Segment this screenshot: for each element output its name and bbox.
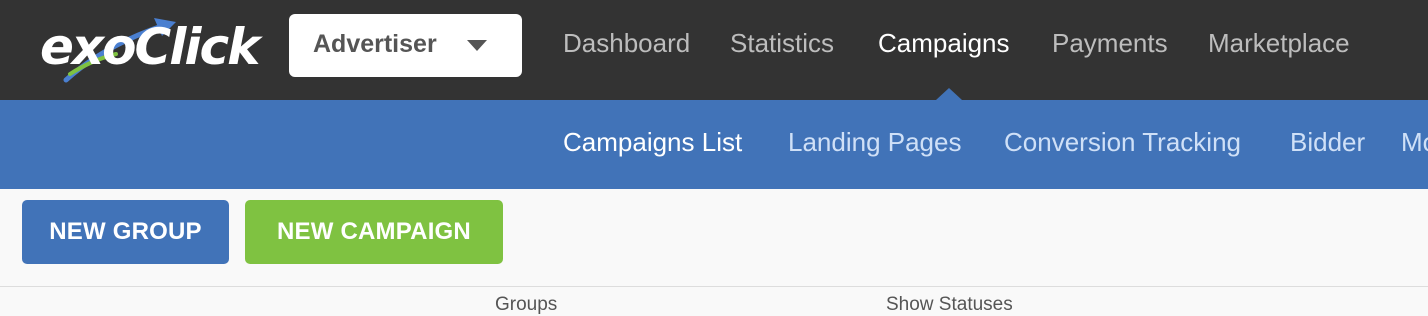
subnav-bidder[interactable]: Bidder	[1290, 127, 1365, 158]
subnav-more[interactable]: Mo	[1401, 127, 1428, 158]
role-select-value: Advertiser	[313, 30, 437, 58]
role-select-dropdown[interactable]: Advertiser	[289, 14, 522, 77]
new-campaign-button[interactable]: NEW CAMPAIGN	[245, 200, 503, 264]
new-group-button[interactable]: NEW GROUP	[22, 200, 229, 264]
top-navigation-bar: exoClick Advertiser Dashboard Statistics…	[0, 0, 1428, 100]
section-divider	[0, 286, 1428, 287]
nav-payments[interactable]: Payments	[1052, 28, 1168, 59]
nav-dashboard[interactable]: Dashboard	[563, 28, 690, 59]
caret-down-icon	[467, 40, 487, 51]
nav-statistics[interactable]: Statistics	[730, 28, 834, 59]
active-nav-pointer	[936, 88, 962, 100]
subnav-conversion-tracking[interactable]: Conversion Tracking	[1004, 127, 1241, 158]
subnav-campaigns-list[interactable]: Campaigns List	[563, 127, 742, 158]
logo-text: exoClick	[40, 18, 260, 76]
nav-campaigns[interactable]: Campaigns	[878, 28, 1010, 59]
exoclick-logo[interactable]: exoClick	[36, 14, 268, 86]
subnav-landing-pages[interactable]: Landing Pages	[788, 127, 961, 158]
sub-navigation-bar: Campaigns List Landing Pages Conversion …	[0, 100, 1428, 189]
show-statuses-filter-label: Show Statuses	[886, 294, 1013, 315]
nav-marketplace[interactable]: Marketplace	[1208, 28, 1350, 59]
groups-filter-label: Groups	[495, 294, 558, 315]
